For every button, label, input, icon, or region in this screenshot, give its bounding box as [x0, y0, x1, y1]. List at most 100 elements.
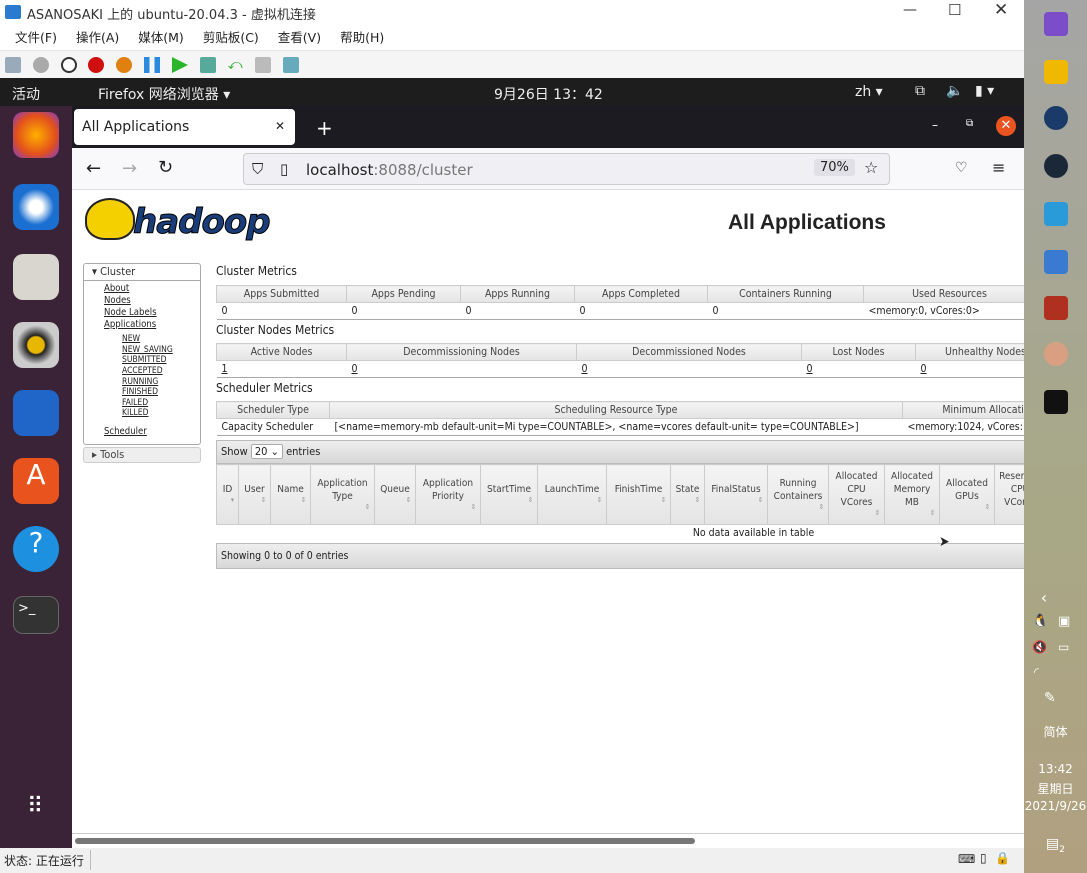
show-apps-icon[interactable]: ⠿ [13, 794, 59, 840]
nav-state-killed[interactable]: KILLED [122, 408, 149, 418]
nav-state-running[interactable]: RUNNING [122, 377, 158, 387]
column-header[interactable]: Allocated CPU VCores ⇕ [828, 464, 885, 525]
help-icon[interactable]: ? [13, 526, 59, 572]
unhealthy-nodes-link[interactable]: 0 [921, 363, 927, 375]
terminal-app-icon[interactable] [1044, 390, 1068, 414]
column-header[interactable]: FinalStatus ⇕ [704, 464, 768, 525]
stop-icon[interactable] [60, 57, 77, 73]
ff-restore-button[interactable]: ⧉ [966, 118, 973, 129]
volume-icon[interactable]: 🔈 [946, 83, 963, 99]
terminal-icon[interactable]: >_ [13, 596, 59, 634]
nav-node-labels[interactable]: Node Labels [104, 307, 157, 318]
software-icon[interactable]: A [13, 458, 59, 504]
decommissioned-nodes-link[interactable]: 0 [582, 363, 588, 375]
menu-icon[interactable]: ≡ [992, 158, 1005, 177]
column-header[interactable]: State ⇕ [670, 464, 705, 525]
enhanced-session-icon[interactable] [255, 57, 272, 73]
url-bar[interactable]: ⛉ ▯ localhost:8088/cluster 70% ☆ [243, 153, 890, 185]
column-header[interactable]: Reserved CPU VCores⇕ [994, 464, 1024, 525]
clock[interactable]: 9月26日 13：42 [494, 84, 603, 104]
nav-nodes[interactable]: Nodes [104, 295, 131, 306]
input-method-menu[interactable]: zh ▾ [855, 84, 883, 100]
app-icon[interactable] [1044, 202, 1068, 226]
muted-volume-icon[interactable]: 🔇 [1032, 640, 1047, 654]
column-header[interactable]: Name ⇕ [270, 464, 311, 525]
tab-close-icon[interactable]: ✕ [275, 119, 285, 133]
menu-file[interactable]: 文件(F) [15, 25, 57, 50]
column-header[interactable]: StartTime ⇕ [480, 464, 538, 525]
column-header[interactable]: User ⇕ [238, 464, 271, 525]
new-tab-button[interactable]: + [316, 116, 333, 140]
nav-state-new[interactable]: NEW [122, 334, 140, 344]
cluster-toggle[interactable]: ▾ Cluster [92, 265, 135, 278]
column-header[interactable]: FinishTime ⇕ [606, 464, 671, 525]
battery-icon[interactable]: ▮ ▾ [975, 83, 994, 99]
nav-state-submitted[interactable]: SUBMITTED [122, 355, 166, 365]
nav-scheduler[interactable]: Scheduler [104, 426, 147, 437]
close-button[interactable]: ✕ [994, 0, 1008, 20]
ff-close-button[interactable]: ✕ [996, 116, 1016, 136]
nav-state-new-saving[interactable]: NEW_SAVING [122, 345, 173, 355]
menu-media[interactable]: 媒体(M) [138, 25, 184, 50]
column-header[interactable]: Queue ⇕ [374, 464, 416, 525]
activities-button[interactable]: 活动 [12, 84, 40, 104]
file-explorer-icon[interactable] [1044, 60, 1068, 84]
nav-applications[interactable]: Applications [104, 319, 156, 330]
hyperv-icon[interactable] [1044, 250, 1068, 274]
app-icon[interactable] [1044, 106, 1068, 130]
column-header[interactable]: Application Priority ⇕ [415, 464, 481, 525]
column-header[interactable]: Application Type ⇕ [310, 464, 375, 525]
decommissioning-nodes-link[interactable]: 0 [352, 363, 358, 375]
winrar-icon[interactable] [1044, 296, 1068, 320]
zoom-level[interactable]: 70% [814, 159, 855, 176]
entries-select[interactable]: 20 ⌄ [250, 444, 283, 459]
nav-about[interactable]: About [104, 283, 129, 294]
network-icon[interactable]: ⧉ [915, 83, 925, 99]
column-header[interactable]: ID ▾ [216, 464, 239, 525]
tab-all-applications[interactable]: All Applications ✕ [74, 109, 295, 145]
app-menu[interactable]: Firefox 网络浏览器 ▾ [98, 84, 230, 104]
rhythmbox-icon[interactable] [13, 322, 59, 368]
battery-icon[interactable]: ▭ [1058, 640, 1069, 654]
pen-icon[interactable]: ✎ [1044, 690, 1056, 706]
start-icon[interactable] [32, 57, 49, 73]
revert-icon[interactable]: ⤺ [228, 57, 244, 73]
avatar-app-icon[interactable] [1044, 342, 1068, 366]
visual-studio-icon[interactable] [1044, 12, 1068, 36]
nav-state-failed[interactable]: FAILED [122, 398, 148, 408]
files-icon[interactable] [13, 254, 59, 300]
show-hidden-icons-button[interactable]: ‹ [1034, 588, 1054, 607]
firefox-icon[interactable] [13, 112, 59, 158]
menu-clipboard[interactable]: 剪贴板(C) [203, 25, 259, 50]
shutdown-icon[interactable] [88, 57, 105, 73]
reload-button[interactable]: ↻ [158, 157, 173, 178]
forward-button[interactable]: → [122, 158, 137, 179]
lost-nodes-link[interactable]: 0 [807, 363, 813, 375]
bookmark-star-icon[interactable]: ☆ [864, 158, 878, 177]
shield-icon[interactable]: ⛉ [252, 160, 263, 178]
column-header[interactable]: Running Containers ⇕ [767, 464, 829, 525]
qq-icon[interactable]: 🐧 [1032, 614, 1048, 629]
taskbar-date[interactable]: 2021/9/26 [1024, 799, 1087, 813]
maximize-button[interactable]: ☐ [948, 1, 961, 19]
ff-minimize-button[interactable]: – [932, 118, 938, 132]
power-icon[interactable] [116, 57, 133, 73]
back-button[interactable]: ← [86, 158, 101, 179]
libreoffice-writer-icon[interactable] [13, 390, 59, 436]
resume-icon[interactable] [171, 57, 188, 73]
menu-help[interactable]: 帮助(H) [340, 25, 384, 50]
taskbar-time[interactable]: 13:42 [1024, 762, 1087, 776]
column-header[interactable]: Allocated GPUs ⇕ [939, 464, 995, 525]
display-icon[interactable]: ▣ [1058, 614, 1070, 629]
tools-toggle[interactable]: ▸ Tools [83, 447, 201, 463]
ime-indicator[interactable]: 简体 [1024, 723, 1087, 740]
checkpoint-icon[interactable] [199, 57, 216, 73]
active-nodes-link[interactable]: 1 [222, 363, 228, 375]
thunderbird-icon[interactable] [13, 184, 59, 230]
notification-center-icon[interactable]: ▤2 [1046, 836, 1065, 855]
column-header[interactable]: LaunchTime ⇕ [537, 464, 607, 525]
horizontal-scrollbar[interactable] [72, 833, 1024, 848]
nav-state-accepted[interactable]: ACCEPTED [122, 366, 163, 376]
pause-icon[interactable] [144, 57, 161, 73]
column-header[interactable]: Allocated Memory MB ⇕ [884, 464, 940, 525]
